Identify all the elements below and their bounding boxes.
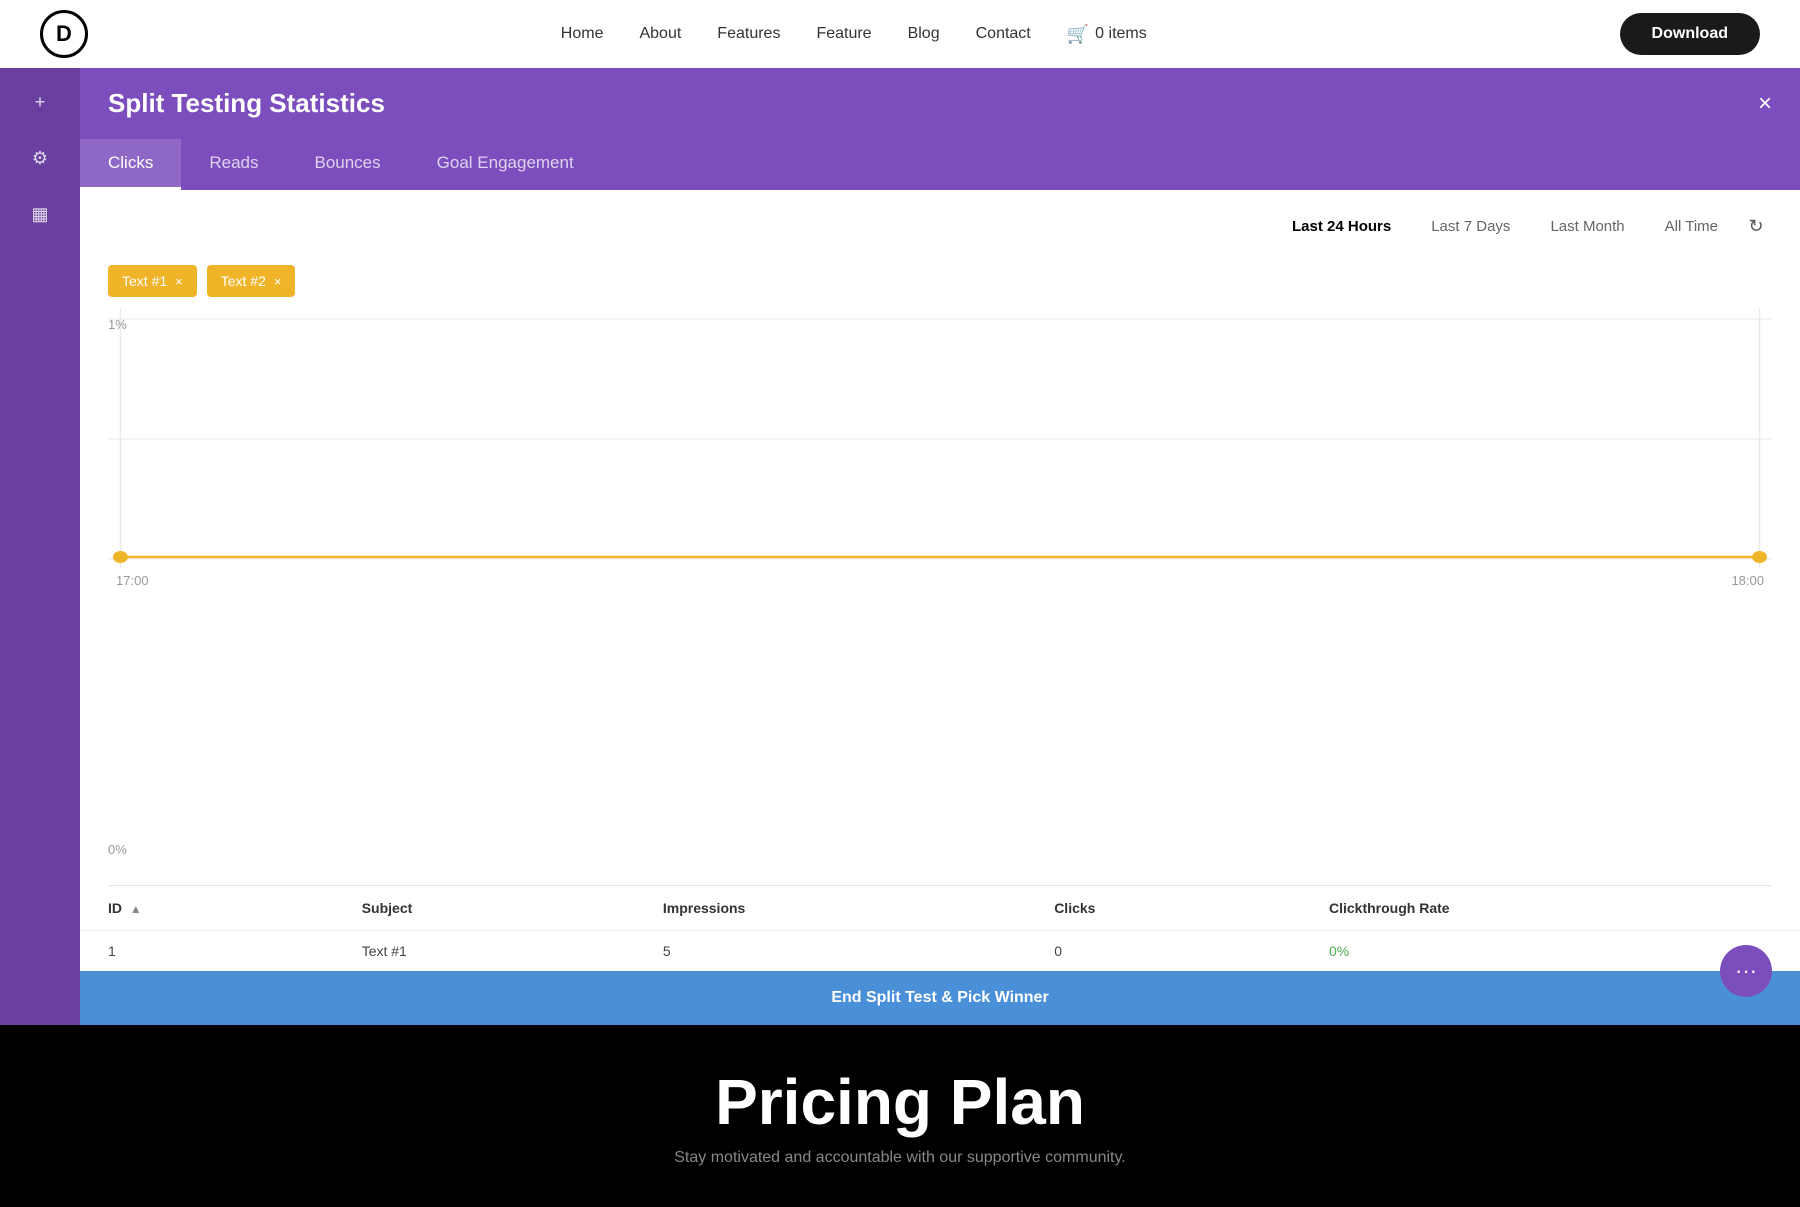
chart-x-end: 18:00 (1731, 573, 1764, 588)
bottom-section: Pricing Plan Stay motivated and accounta… (0, 1025, 1800, 1207)
logo-circle: D (40, 10, 88, 58)
left-sidebar: + ⚙ ▦ (0, 68, 80, 1025)
time-filter-row: Last 24 Hours Last 7 Days Last Month All… (80, 190, 1800, 253)
filter-month[interactable]: Last Month (1532, 210, 1642, 243)
chart-x-start: 17:00 (116, 573, 149, 588)
gear-icon[interactable]: ⚙ (22, 140, 58, 176)
col-ctr-label: Clickthrough Rate (1329, 900, 1450, 916)
download-button[interactable]: Download (1620, 13, 1760, 55)
tag-text1-close[interactable]: × (175, 274, 183, 289)
col-subject[interactable]: Subject (334, 886, 635, 931)
tags-row: Text #1 × Text #2 × (80, 253, 1800, 309)
filter-alltime[interactable]: All Time (1647, 210, 1736, 243)
col-clicks-label: Clicks (1054, 900, 1095, 916)
nav-about[interactable]: About (639, 25, 681, 43)
plus-icon[interactable]: + (22, 84, 58, 120)
tab-reads[interactable]: Reads (181, 139, 286, 190)
chart-svg (108, 309, 1772, 569)
nav-right: Download (1620, 13, 1760, 55)
col-id-label: ID (108, 900, 122, 916)
panel-tabs: Clicks Reads Bounces Goal Engagement (80, 139, 1800, 190)
cart-items-count: 0 items (1095, 25, 1147, 43)
top-navigation: D Home About Features Feature Blog Conta… (0, 0, 1800, 68)
col-id[interactable]: ID ▲ (80, 886, 334, 931)
filter-24h[interactable]: Last 24 Hours (1274, 210, 1409, 243)
chart-x-labels: 17:00 18:00 (108, 569, 1772, 588)
nav-feature[interactable]: Feature (816, 25, 871, 43)
tag-text2-close[interactable]: × (274, 274, 282, 289)
refresh-icon[interactable]: ↻ (1740, 211, 1772, 243)
split-testing-panel: Split Testing Statistics × Clicks Reads … (80, 68, 1800, 1025)
row-impressions: 5 (635, 931, 1026, 972)
tab-goal-engagement[interactable]: Goal Engagement (409, 139, 602, 190)
chart-area: 1% 0% 17:00 18:00 (80, 309, 1800, 885)
tab-bounces[interactable]: Bounces (286, 139, 408, 190)
col-ctr[interactable]: Clickthrough Rate (1301, 886, 1800, 931)
chart-y-top: 1% (108, 317, 127, 332)
float-action-button[interactable]: ··· (1720, 945, 1772, 997)
tab-clicks[interactable]: Clicks (80, 139, 181, 190)
pricing-subtitle: Stay motivated and accountable with our … (40, 1149, 1760, 1167)
logo-letter: D (56, 21, 72, 47)
panel-title: Split Testing Statistics (108, 88, 385, 119)
nav-contact[interactable]: Contact (976, 25, 1031, 43)
chart-y-bottom: 0% (108, 842, 127, 857)
row-subject: Text #1 (334, 931, 635, 972)
cart-area[interactable]: 🛒 0 items (1067, 24, 1147, 45)
tag-text2-label: Text #2 (221, 273, 266, 289)
table-row: 1 Text #1 5 0 0% (80, 931, 1800, 972)
nav-home[interactable]: Home (561, 25, 604, 43)
nav-features[interactable]: Features (717, 25, 780, 43)
pricing-title: Pricing Plan (40, 1065, 1760, 1139)
nav-links: Home About Features Feature Blog Contact… (561, 24, 1147, 45)
panel-body: Last 24 Hours Last 7 Days Last Month All… (80, 190, 1800, 1025)
row-id: 1 (80, 931, 334, 972)
col-impressions-label: Impressions (663, 900, 745, 916)
filter-7d[interactable]: Last 7 Days (1413, 210, 1528, 243)
tag-text2: Text #2 × (207, 265, 296, 297)
end-split-test-button[interactable]: End Split Test & Pick Winner (80, 971, 1800, 1025)
row-clicks: 0 (1026, 931, 1301, 972)
main-area: + ⚙ ▦ Split Testing Statistics × Clicks … (0, 68, 1800, 1025)
grid-icon[interactable]: ▦ (22, 196, 58, 232)
col-subject-label: Subject (362, 900, 413, 916)
cart-icon: 🛒 (1067, 24, 1089, 45)
panel-header: Split Testing Statistics × (80, 68, 1800, 139)
col-clicks[interactable]: Clicks (1026, 886, 1301, 931)
col-impressions[interactable]: Impressions (635, 886, 1026, 931)
sort-arrow-icon: ▲ (130, 902, 142, 916)
tag-text1: Text #1 × (108, 265, 197, 297)
stats-table: ID ▲ Subject Impressions Clicks (80, 886, 1800, 971)
panel-close-button[interactable]: × (1758, 90, 1772, 118)
logo: D (40, 10, 88, 58)
nav-blog[interactable]: Blog (908, 25, 940, 43)
tag-text1-label: Text #1 (122, 273, 167, 289)
